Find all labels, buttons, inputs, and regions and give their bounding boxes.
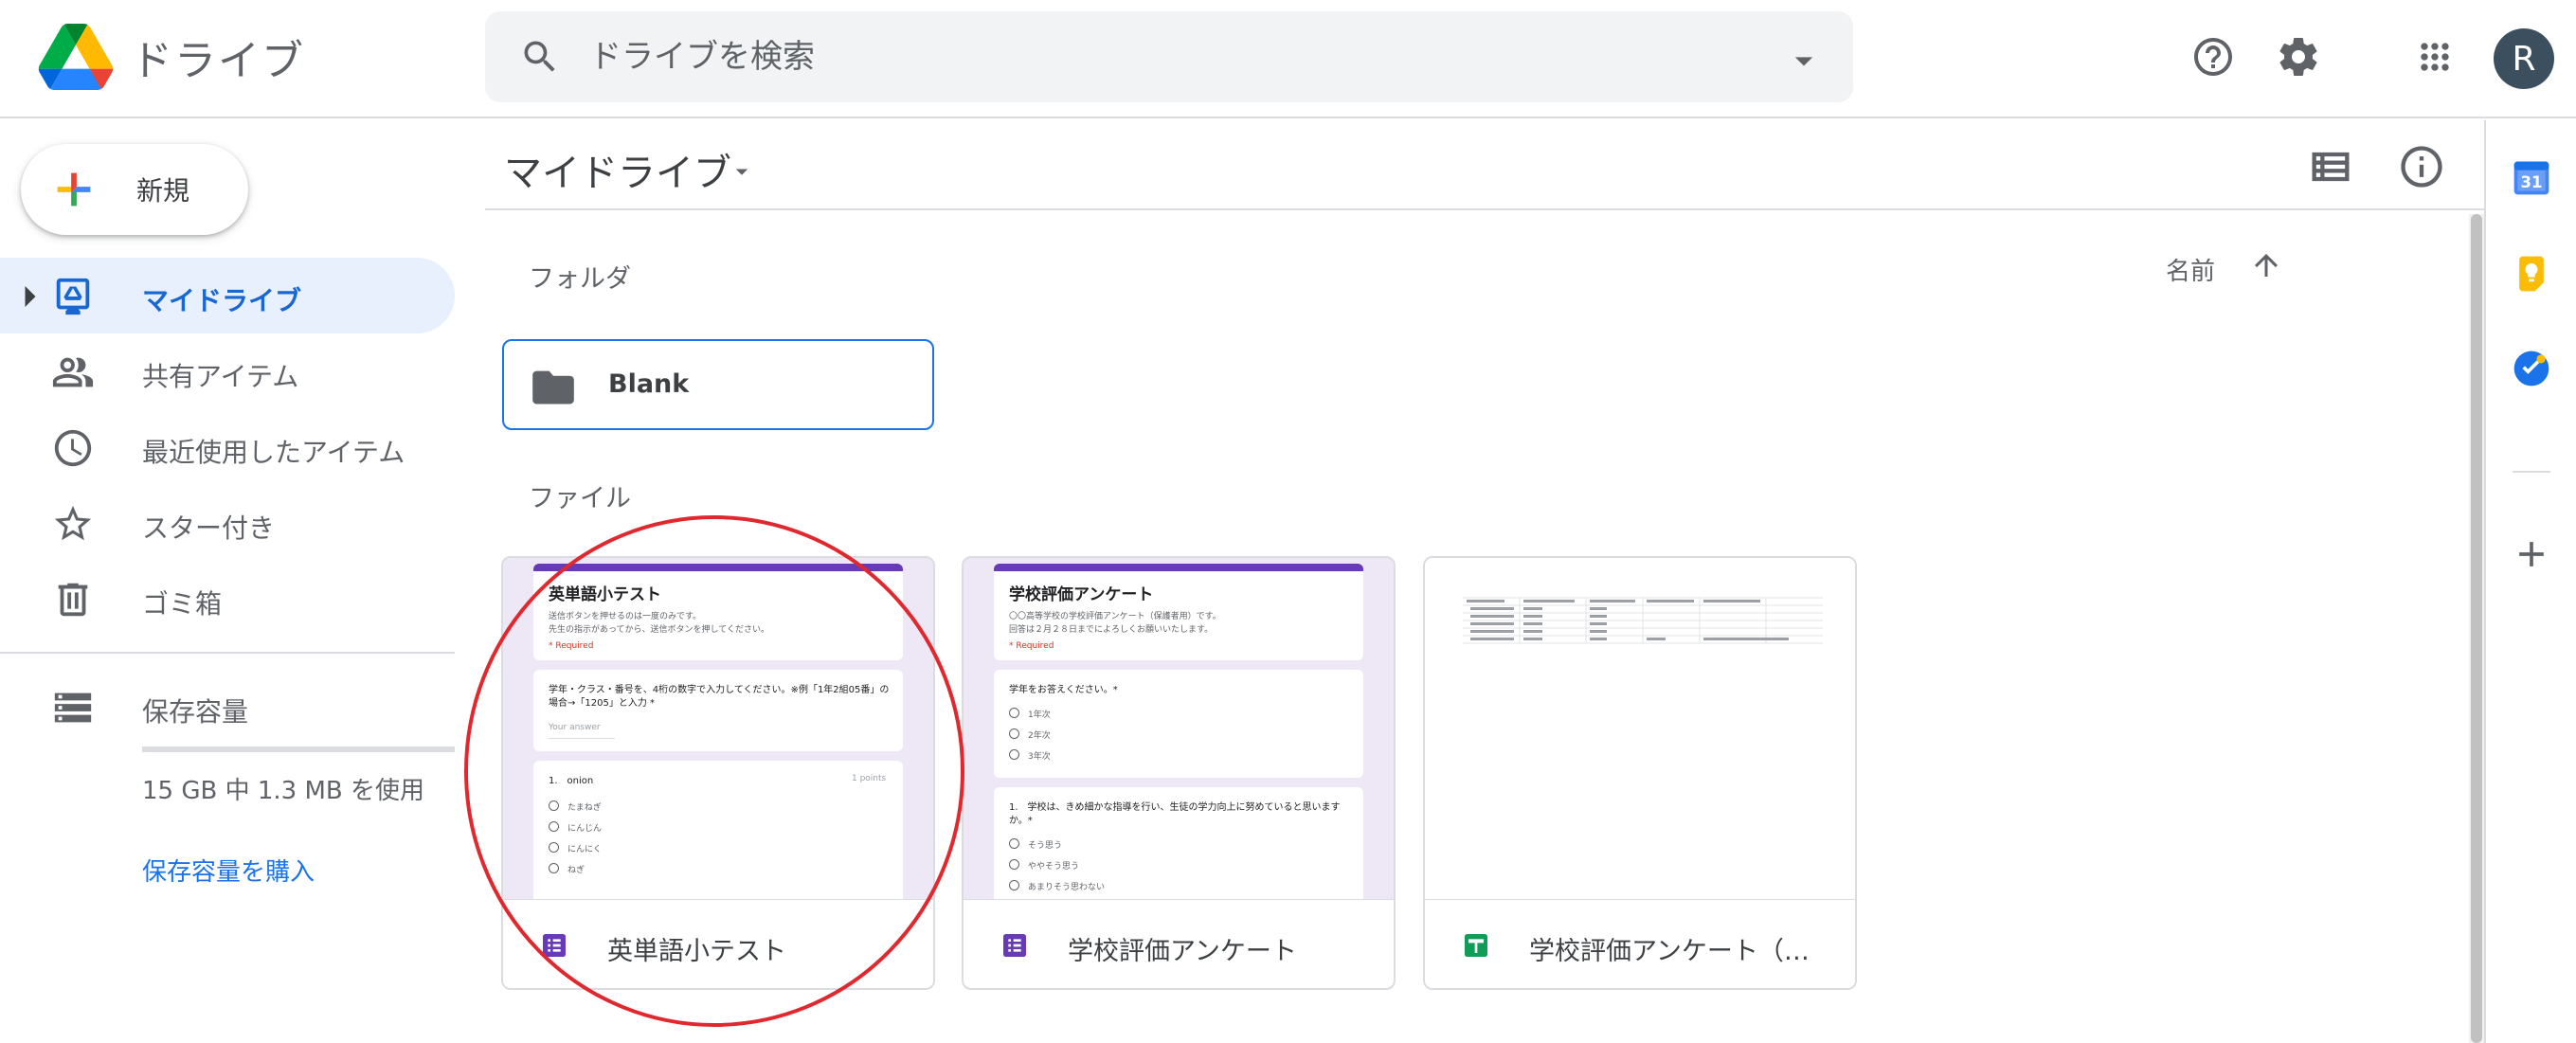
file-card-footer: 学校評価アンケート（回答） [1425, 899, 1855, 988]
page-title[interactable]: マイドライブ [504, 142, 731, 197]
expand-caret-icon[interactable] [23, 286, 38, 307]
my-drive-icon [56, 278, 90, 315]
tasks-icon[interactable] [2511, 348, 2552, 389]
folders-section-label: フォルダ [529, 264, 631, 294]
file-name: 英単語小テスト [607, 937, 786, 966]
sidebar-item-starred[interactable]: スター付き [0, 485, 455, 561]
sidebar-item-shared[interactable]: 共有アイテム [0, 333, 455, 409]
apps-button[interactable] [2406, 28, 2463, 85]
folder-icon [532, 370, 574, 405]
search-options-dropdown-icon[interactable] [1783, 40, 1825, 81]
side-panel: 31 [2484, 120, 2576, 1043]
apps-grid-icon [2421, 43, 2449, 71]
main-scrollbar[interactable] [2469, 214, 2484, 1043]
main-header: マイドライブ [485, 121, 2484, 210]
storage-usage-bar [142, 746, 455, 752]
side-panel-divider [2513, 471, 2550, 473]
new-button[interactable]: 新規 [21, 144, 248, 235]
clock-icon [54, 429, 92, 467]
search-input[interactable] [589, 28, 1707, 85]
file-name: 学校評価アンケート [1068, 937, 1297, 966]
file-card[interactable]: 英単語小テスト 送信ボタンを押せるのは一度のみです。 先生の指示があってから、送… [501, 556, 935, 990]
google-forms-icon [1003, 934, 1026, 957]
sidebar-item-storage[interactable]: 保存容量 [0, 669, 455, 745]
gear-icon [2279, 37, 2317, 76]
file-thumbnail [1425, 558, 1855, 899]
sidebar-divider [0, 652, 455, 654]
new-button-label: 新規 [136, 175, 190, 207]
account-avatar[interactable]: R [2494, 28, 2554, 89]
drive-logo-icon[interactable] [38, 24, 114, 90]
sidebar-item-my-drive[interactable]: マイドライブ [0, 258, 455, 333]
file-card[interactable]: 学校評価アンケート 〇〇高等学校の学校評価アンケート（保護者用）です。 回答は２… [962, 556, 1396, 990]
list-view-icon[interactable] [2306, 142, 2355, 191]
google-sheets-icon [1465, 934, 1487, 957]
storage-usage-text: 15 GB 中 1.3 MB を使用 [142, 777, 425, 805]
help-button[interactable] [2185, 28, 2242, 85]
add-addon-plus-icon[interactable] [2511, 533, 2552, 575]
top-bar: ドライブ R [0, 0, 2576, 118]
keep-icon[interactable] [2511, 253, 2552, 295]
form-question-preview: 1. onion 1 points たまねぎ にんじん にんにく ねぎ [533, 761, 903, 899]
people-icon [52, 357, 94, 387]
scrollbar-thumb[interactable] [2471, 214, 2482, 1043]
calendar-icon[interactable]: 31 [2511, 156, 2552, 198]
files-section-label: ファイル [529, 484, 631, 513]
google-forms-icon [543, 934, 566, 957]
sidebar-item-trash[interactable]: ゴミ箱 [0, 561, 455, 637]
form-question-preview: 学年・クラス・番号を、4桁の数字で入力してください。※例「1年2組05番」の 場… [533, 670, 903, 751]
settings-button[interactable] [2270, 28, 2327, 85]
search-icon[interactable] [519, 36, 561, 78]
arrow-up-icon[interactable] [2249, 248, 2283, 282]
form-header-preview: 英単語小テスト 送信ボタンを押せるのは一度のみです。 先生の指示があってから、送… [533, 564, 903, 660]
file-card-footer: 学校評価アンケート [964, 899, 1394, 988]
app-title[interactable]: ドライブ [131, 27, 305, 87]
help-icon [2194, 38, 2232, 76]
trash-icon [58, 583, 88, 617]
buy-storage-link[interactable]: 保存容量を購入 [142, 853, 315, 888]
file-name: 学校評価アンケート（回答） [1529, 937, 1832, 966]
spreadsheet-preview [1463, 597, 1823, 644]
sort-by-name-label[interactable]: 名前 [2166, 252, 2215, 287]
search-bar[interactable] [485, 11, 1853, 102]
file-thumbnail: 学校評価アンケート 〇〇高等学校の学校評価アンケート（保護者用）です。 回答は２… [964, 558, 1394, 899]
file-card-footer: 英単語小テスト [503, 899, 933, 988]
info-icon[interactable] [2397, 142, 2446, 191]
folder-name: Blank [608, 369, 690, 399]
star-icon [54, 505, 92, 541]
svg-text:31: 31 [2521, 173, 2543, 191]
folder-item[interactable]: Blank [502, 339, 934, 430]
caret-down-icon[interactable] [728, 157, 756, 186]
form-question-preview: 1. 学校は、きめ細かな指導を行い、生徒の学力向上に努めていると思います か。*… [994, 787, 1363, 899]
form-header-preview: 学校評価アンケート 〇〇高等学校の学校評価アンケート（保護者用）です。 回答は２… [994, 564, 1363, 660]
sidebar-item-recent[interactable]: 最近使用したアイテム [0, 409, 455, 485]
plus-icon [57, 172, 91, 207]
file-thumbnail: 英単語小テスト 送信ボタンを押せるのは一度のみです。 先生の指示があってから、送… [503, 558, 933, 899]
form-question-preview: 学年をお答えください。* 1年次 2年次 3年次 [994, 670, 1363, 778]
storage-icon [54, 692, 92, 723]
file-card[interactable]: 学校評価アンケート（回答） [1423, 556, 1857, 990]
